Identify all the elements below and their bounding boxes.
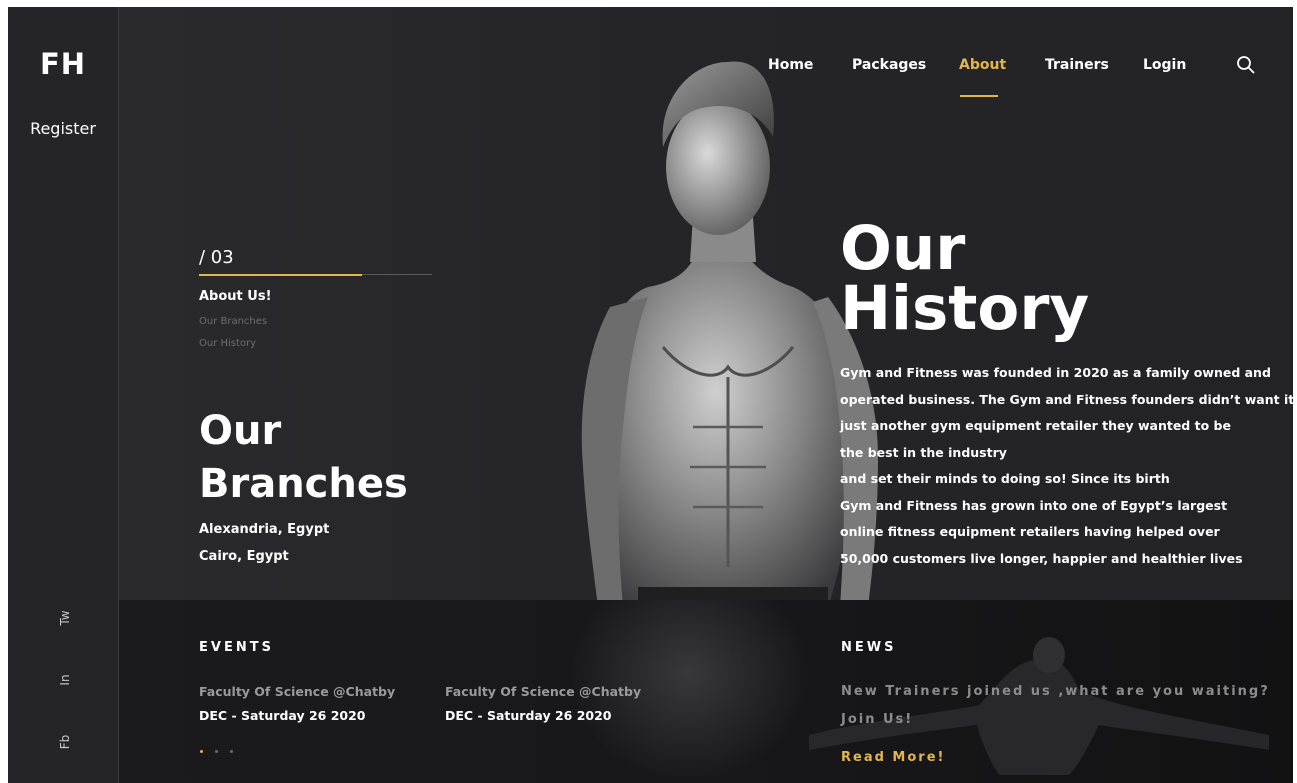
slide-progress (199, 274, 432, 276)
sub-link-branches[interactable]: Our Branches (199, 316, 267, 327)
event-place[interactable]: Faculty Of Science @Chatby (445, 684, 641, 699)
pager-dot[interactable] (200, 750, 203, 753)
history-line: 50,000 customers live longer, happier an… (840, 550, 1243, 566)
nav-home[interactable]: Home (768, 57, 813, 73)
branch-item: Cairo, Egypt (199, 549, 289, 564)
nav-trainers[interactable]: Trainers (1045, 57, 1109, 73)
twitter-link[interactable]: Tw (58, 610, 72, 625)
events-heading: EVENTS (199, 640, 274, 655)
nav-about[interactable]: About (959, 57, 1006, 73)
sub-link-history[interactable]: Our History (199, 338, 256, 349)
footer-strip: EVENTS Faculty Of Science @Chatby DEC - … (119, 600, 1293, 783)
history-line: Gym and Fitness has grown into one of Eg… (840, 497, 1228, 513)
logo[interactable]: FH (8, 47, 118, 81)
event-date: DEC - Saturday 26 2020 (445, 708, 612, 723)
history-line: the best in the industry (840, 444, 1007, 460)
slide-progress-fill (199, 274, 363, 276)
history-line: Gym and Fitness was founded in 2020 as a… (840, 365, 1271, 380)
history-line: just another gym equipment retailer they… (840, 418, 1231, 433)
news-heading: NEWS (841, 640, 897, 655)
about-title: About Us! (199, 289, 272, 304)
history-line: and set their minds to doing so! Since i… (840, 471, 1170, 486)
history-line: operated business. The Gym and Fitness f… (840, 391, 1293, 407)
pager-dot[interactable] (215, 750, 218, 753)
history-line: online fitness equipment retailers havin… (840, 524, 1220, 539)
linkedin-link[interactable]: In (58, 674, 72, 685)
read-more-link[interactable]: Read More! (841, 750, 945, 765)
branch-item: Alexandria, Egypt (199, 522, 330, 537)
news-text: New Trainers joined us ,what are you wai… (841, 684, 1270, 727)
event-date: DEC - Saturday 26 2020 (199, 708, 366, 723)
sidebar: FH Register Tw In Fb (8, 7, 119, 783)
event-place[interactable]: Faculty Of Science @Chatby (199, 684, 395, 699)
slide-counter: / 03 (199, 247, 234, 268)
register-link[interactable]: Register (8, 119, 118, 138)
nav-packages[interactable]: Packages (852, 57, 926, 73)
nav-login[interactable]: Login (1143, 57, 1186, 73)
page-frame: FH Register Tw In Fb Home Packages About… (8, 7, 1293, 783)
nav-active-indicator (960, 95, 998, 97)
history-title: Our History (840, 213, 1090, 344)
history-text: Gym and Fitness was founded in 2020 as a… (840, 360, 1293, 572)
branches-title: Our Branches (199, 408, 408, 507)
pager-dot[interactable] (230, 750, 233, 753)
search-icon[interactable] (1236, 55, 1256, 75)
facebook-link[interactable]: Fb (58, 735, 72, 750)
